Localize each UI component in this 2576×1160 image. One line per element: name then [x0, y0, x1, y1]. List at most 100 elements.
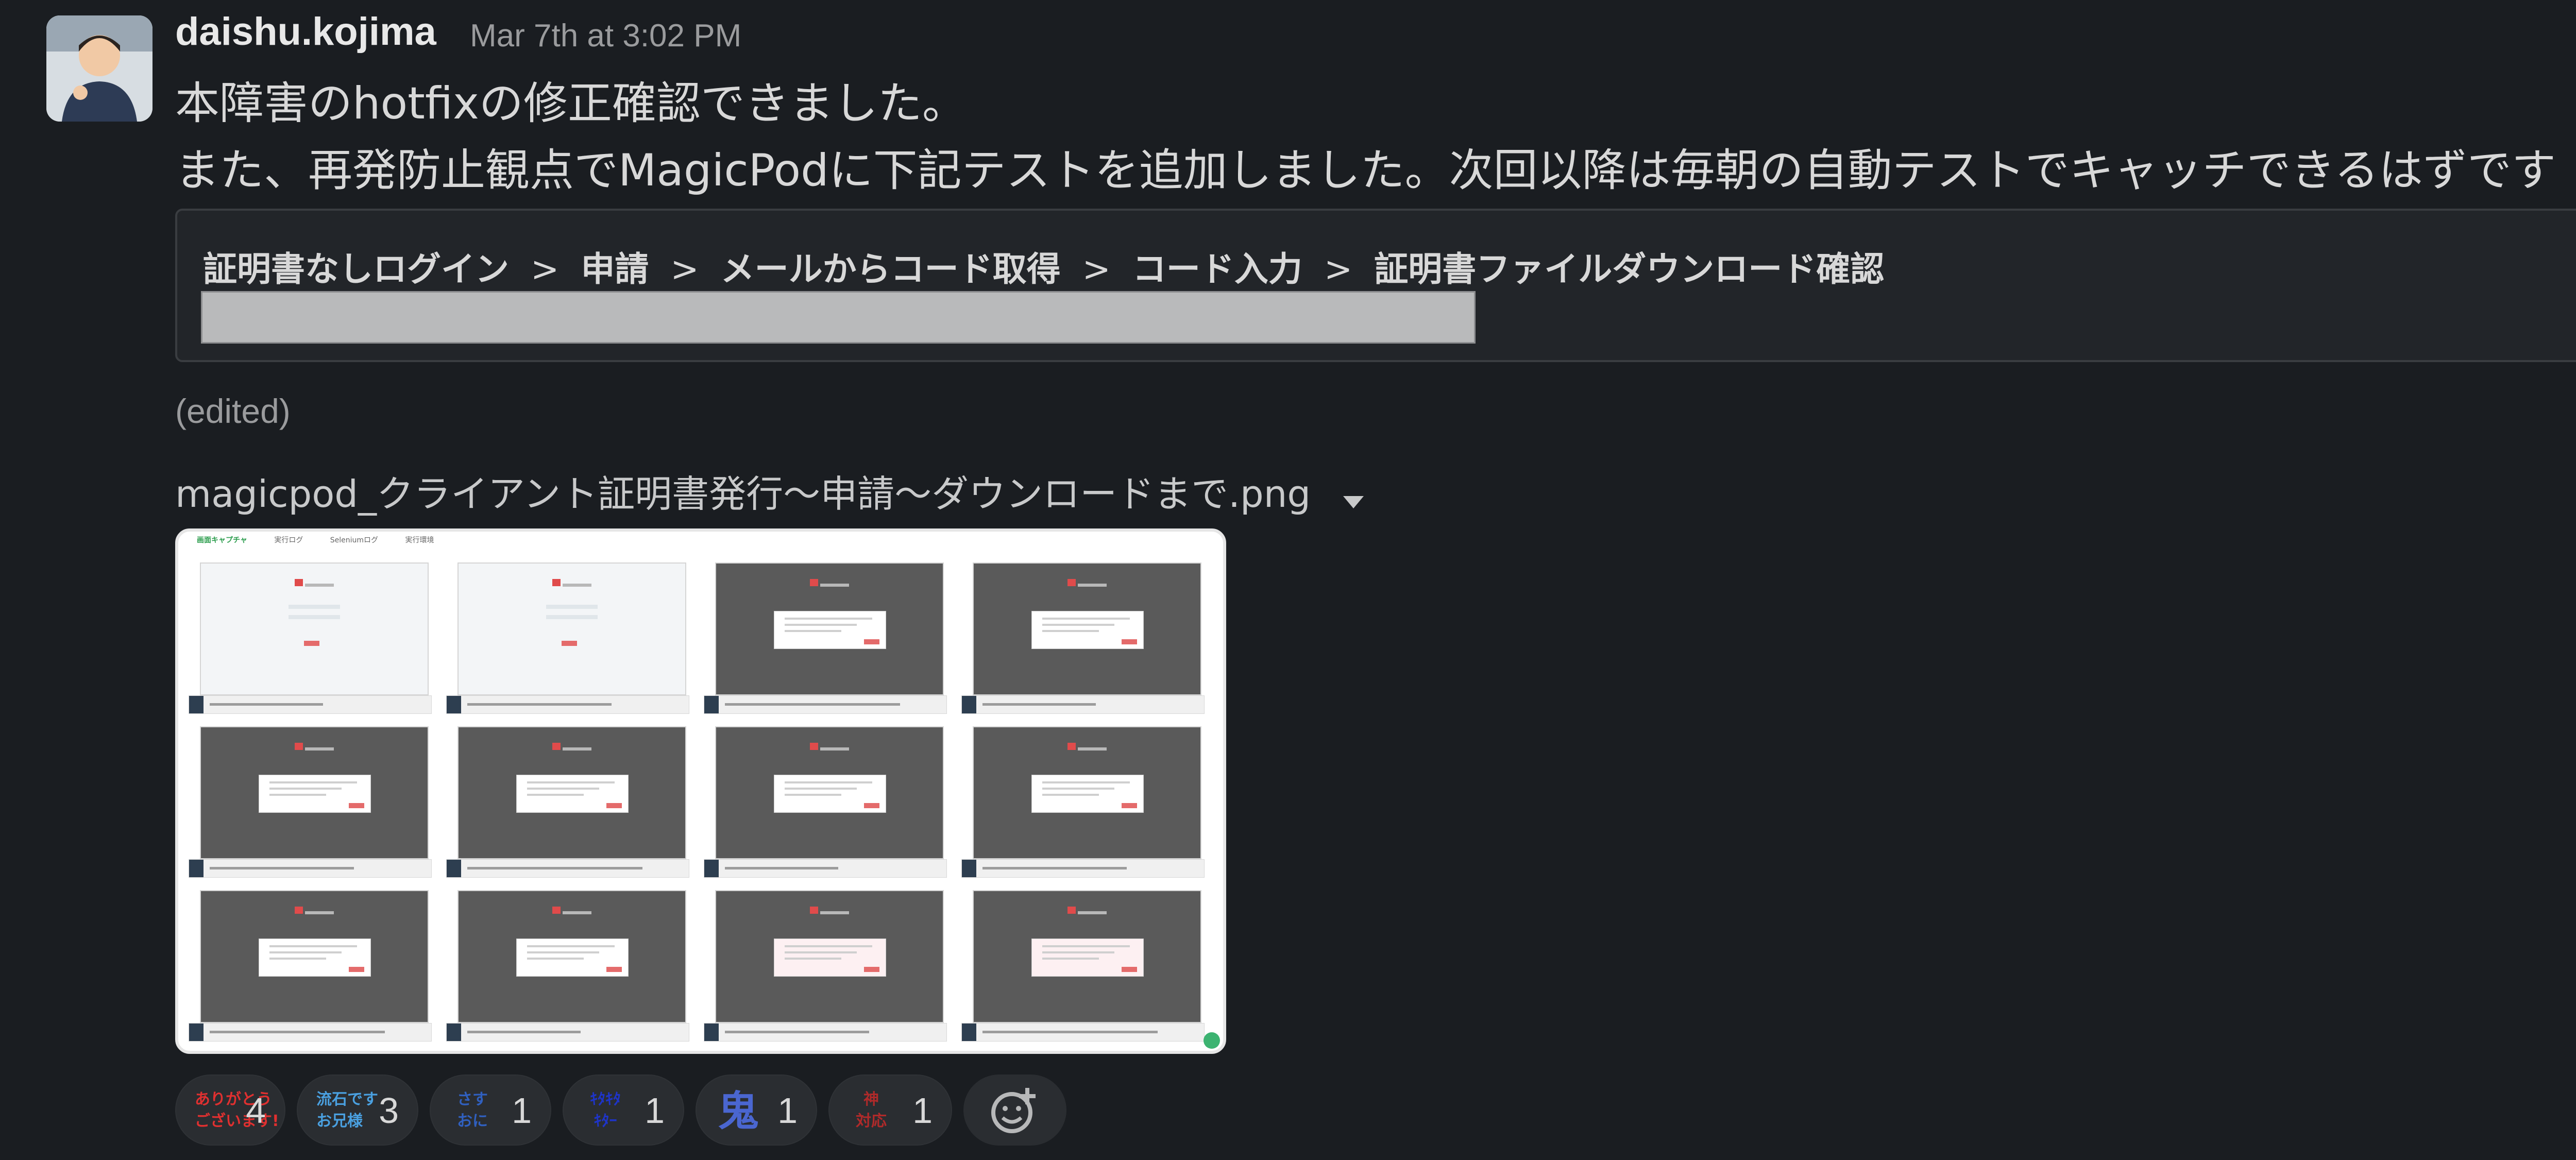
kami-taiou-emoji-icon: 神 対応 [856, 1090, 887, 1130]
message-line-1: 本障害のhotfixの修正確認できました。 [175, 78, 967, 129]
breadcrumb-step: 証明書ファイルダウンロード確認 [1374, 249, 1885, 289]
thumbnail-tab: 実行ログ [274, 536, 303, 544]
thumbnail-caption [446, 1023, 689, 1042]
reaction-count: 4 [246, 1090, 266, 1131]
reaction-kami-taiou[interactable]: 神 対応 1 [828, 1074, 952, 1146]
breadcrumb-separator: > [531, 249, 560, 289]
thumbnail-cell [704, 890, 954, 1049]
add-reaction-button[interactable] [963, 1074, 1066, 1146]
sasu-oni-emoji-icon: さす おに [457, 1090, 488, 1130]
reaction-blue-emoji[interactable]: ｷﾀｷﾀ ｷﾀｰ 1 [563, 1074, 684, 1146]
reaction-count: 1 [912, 1090, 933, 1131]
reaction-sasu-oni[interactable]: さす おに 1 [430, 1074, 551, 1146]
add-emoji-icon [991, 1088, 1036, 1133]
thumbnail-cell [704, 726, 954, 885]
thumbnail-cell [961, 562, 1212, 721]
thumbnail-dialog [516, 775, 629, 813]
reaction-sasuga-desu-oniisama[interactable]: 流石です お兄様 3 [297, 1074, 418, 1146]
reaction-count: 3 [379, 1090, 399, 1131]
thumbnail-tab: 実行環境 [405, 536, 434, 544]
test-breadcrumb: 証明書なしログイン > 申請 > メールからコード取得 > コード入力 > 証明書ファイルダウン… [203, 242, 1884, 291]
author-name[interactable]: daishu.kojima [175, 9, 436, 54]
breadcrumb-separator: > [1324, 249, 1353, 289]
clinics-logo-icon [552, 907, 594, 914]
redacted-block [201, 291, 1476, 344]
thumbnail-dialog [259, 939, 371, 977]
thumbnail-caption [961, 859, 1205, 878]
thumbnail-caption [446, 695, 689, 714]
thumbnail-caption [704, 859, 947, 878]
thumbnail-cell [704, 562, 954, 721]
thumbnail-caption [961, 695, 1205, 714]
thumbnail-tab: 画面キャプチャ [197, 536, 247, 544]
attachment-filename-text[interactable]: magicpod_クライアント証明書発行〜申請〜ダウンロードまで.png [175, 472, 1311, 516]
clinics-logo-icon [552, 743, 594, 750]
author-avatar[interactable] [46, 15, 152, 122]
thumbnail-cell [961, 726, 1212, 885]
success-icon [1204, 1032, 1220, 1049]
caret-down-icon[interactable] [1343, 475, 1364, 518]
clinics-logo-icon [295, 743, 336, 750]
reaction-arigatou-gozaimasu[interactable]: ありがとう ございます! 4 [175, 1074, 285, 1146]
thumbnail-screen [973, 726, 1201, 859]
thumbnail-screen [457, 562, 686, 695]
breadcrumb-separator: > [670, 249, 699, 289]
code-block: 証明書なしログイン > 申請 > メールからコード取得 > コード入力 > 証明書ファイルダウン… [175, 209, 2576, 362]
thumbnail-screen [715, 562, 944, 695]
thumbnail-cell [189, 890, 439, 1049]
thumbnail-cell [961, 890, 1212, 1049]
thumbnail-screen [200, 726, 429, 859]
thumbnail-cell [446, 890, 697, 1049]
arigatou-gozaimasu-emoji-icon: ありがとう ございます! [195, 1090, 279, 1130]
thumbnail-caption [189, 859, 432, 878]
thumbnail-cell [189, 726, 439, 885]
breadcrumb-step: コード入力 [1132, 249, 1302, 289]
thumbnail-caption [446, 859, 689, 878]
message-line-2-text: また、再発防止観点でMagicPodに下記テストを追加しました。次回以降は毎朝の… [175, 145, 2556, 196]
thumbnail-screen [973, 562, 1201, 695]
clinics-logo-icon [810, 579, 851, 587]
thumbnail-screen [200, 562, 429, 695]
oni-emoji-icon: 鬼 [718, 1087, 759, 1135]
clinics-logo-icon [1067, 907, 1109, 914]
thumbnail-caption [704, 695, 947, 714]
edited-label: (edited) [175, 392, 291, 430]
breadcrumb-step: メールからコード取得 [720, 249, 1061, 289]
message-timestamp[interactable]: Mar 7th at 3:02 PM [470, 18, 741, 54]
reaction-oni[interactable]: 鬼1 [696, 1074, 817, 1146]
thumbnail-caption [704, 1023, 947, 1042]
reaction-count: 1 [512, 1090, 532, 1131]
thumbnail-screen [973, 890, 1201, 1023]
thumbnail-cell [446, 726, 697, 885]
thumbnail-tab: Seleniumログ [330, 536, 379, 544]
thumbnail-screen [457, 726, 686, 859]
clinics-logo-icon [552, 579, 594, 587]
clinics-logo-icon [1067, 743, 1109, 750]
thumbnail-dialog [1031, 775, 1144, 813]
thumbnail-screen [457, 890, 686, 1023]
thumbnail-dialog [774, 775, 886, 813]
clinics-logo-icon [295, 907, 336, 914]
reaction-count: 1 [645, 1090, 665, 1131]
thumbnail-screen [715, 726, 944, 859]
blue-emoji-emoji-icon: ｷﾀｷﾀ ｷﾀｰ [590, 1090, 621, 1130]
thumbnail-dialog [774, 939, 886, 977]
clinics-logo-icon [1067, 579, 1109, 587]
clinics-logo-icon [295, 579, 336, 587]
thumbnail-cell [189, 562, 439, 721]
thumbnail-dialog [774, 611, 886, 649]
attachment-image[interactable]: 画面キャプチャ 実行ログ Seleniumログ 実行環境 [175, 528, 1226, 1054]
thumbnail-dialog [1031, 611, 1144, 649]
breadcrumb-step: 証明書なしログイン [203, 249, 509, 289]
thumbnail-caption [961, 1023, 1205, 1042]
thumbnail-dialog [259, 775, 371, 813]
message-line-2: また、再発防止観点でMagicPodに下記テストを追加しました。次回以降は毎朝の… [175, 134, 2576, 204]
attachment-filename[interactable]: magicpod_クライアント証明書発行〜申請〜ダウンロードまで.png [175, 464, 1364, 518]
thumbnail-screen [200, 890, 429, 1023]
thumbnail-tabs: 画面キャプチャ 実行ログ Seleniumログ 実行環境 [197, 535, 459, 545]
thumbnail-screen [715, 890, 944, 1023]
clinics-logo-icon [810, 907, 851, 914]
sasuga-desu-oniisama-emoji-icon: 流石です お兄様 [316, 1090, 378, 1130]
thumbnail-caption [189, 695, 432, 714]
thumbnail-dialog [516, 939, 629, 977]
